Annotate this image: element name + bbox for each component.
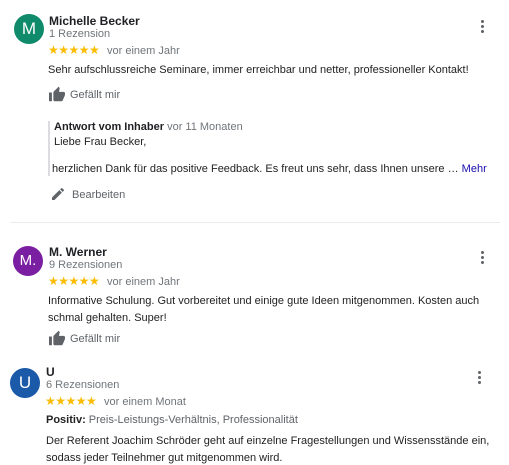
- star-rating: ★★★★★: [45, 394, 97, 408]
- divider: [10, 222, 500, 223]
- review-card: U U 6 Rezensionen ★★★★★ vor einem Monat …: [0, 360, 509, 465]
- review-count: 6 Rezensionen: [46, 379, 120, 391]
- star-rating: ★★★★★: [48, 43, 100, 57]
- reviewer-name[interactable]: U: [46, 365, 55, 379]
- owner-reply-body: herzlichen Dank für das positive Feedbac…: [52, 163, 459, 175]
- like-button[interactable]: Gefällt mir: [48, 330, 138, 348]
- pencil-icon: [52, 187, 65, 200]
- review-card: M. M. Werner 9 Rezensionen ★★★★★ vor ein…: [0, 240, 509, 350]
- more-options-icon[interactable]: [477, 18, 487, 36]
- thumbs-up-icon: [49, 86, 65, 102]
- more-link[interactable]: Mehr: [462, 163, 487, 175]
- reviewer-name[interactable]: Michelle Becker: [49, 14, 140, 28]
- owner-reply-header: Antwort vom Inhaber vor 11 Monaten: [54, 121, 243, 133]
- review-text: Sehr aufschlussreiche Seminare, immer er…: [48, 64, 469, 76]
- review-date: vor einem Jahr: [107, 45, 180, 57]
- avatar[interactable]: U: [10, 368, 40, 398]
- like-button[interactable]: Gefällt mir: [48, 86, 138, 104]
- more-options-icon[interactable]: [474, 369, 484, 387]
- review-count: 1 Rezension: [49, 28, 111, 40]
- review-date: vor einem Jahr: [107, 276, 180, 288]
- review-date: vor einem Monat: [104, 396, 186, 408]
- avatar[interactable]: M: [14, 14, 44, 44]
- thumbs-up-icon: [49, 330, 65, 346]
- edit-label: Bearbeiten: [72, 189, 126, 201]
- positive-attributes: Positiv: Preis-Leistungs-Verhältnis, Pro…: [46, 412, 298, 429]
- more-options-icon[interactable]: [477, 249, 487, 267]
- like-label: Gefällt mir: [70, 333, 121, 345]
- positive-label: Positiv:: [46, 414, 86, 426]
- reviewer-name[interactable]: M. Werner: [49, 245, 107, 259]
- review-text: Der Referent Joachim Schröder geht auf e…: [46, 435, 490, 464]
- review-count: 9 Rezensionen: [49, 259, 123, 271]
- owner-reply-greeting: Liebe Frau Becker,: [54, 136, 147, 148]
- review-card: M Michelle Becker 1 Rezension ★★★★★ vor …: [0, 0, 509, 220]
- avatar[interactable]: M.: [13, 246, 43, 276]
- review-text: Informative Schulung. Gut vorbereitet un…: [48, 295, 480, 324]
- star-rating: ★★★★★: [48, 274, 100, 288]
- owner-reply-text: herzlichen Dank für das positive Feedbac…: [52, 161, 487, 178]
- owner-reply-title: Antwort vom Inhaber: [54, 121, 165, 133]
- like-label: Gefällt mir: [70, 89, 121, 101]
- edit-button[interactable]: Bearbeiten: [50, 186, 140, 204]
- owner-reply-date: vor 11 Monaten: [167, 121, 243, 133]
- positive-value: Preis-Leistungs-Verhältnis, Professional…: [88, 414, 298, 426]
